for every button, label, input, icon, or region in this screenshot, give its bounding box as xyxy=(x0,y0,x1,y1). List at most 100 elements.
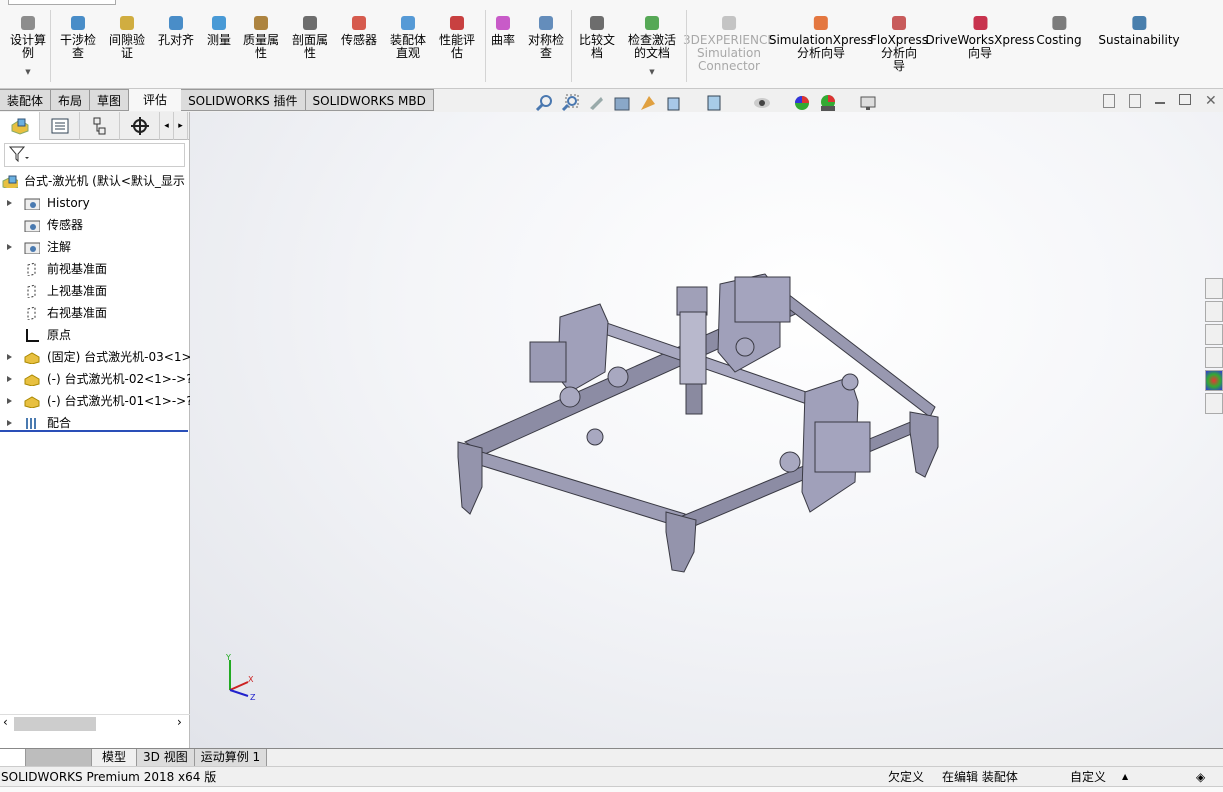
tree-item[interactable]: (-) 台式激光机-01<1>->? xyxy=(0,390,193,412)
tree-item[interactable]: 注解 xyxy=(0,236,189,258)
tab-3d-view[interactable]: 3D 视图 xyxy=(137,749,195,766)
configurationmanager-tab[interactable] xyxy=(80,112,120,140)
laser-engraver-model[interactable] xyxy=(190,112,1223,748)
sensor-icon xyxy=(350,14,368,32)
appearances-icon[interactable] xyxy=(1205,370,1223,391)
clearance-icon xyxy=(118,14,136,32)
horizontal-scrollbar[interactable]: ‹ › xyxy=(0,714,190,732)
tree-root[interactable]: 台式-激光机 (默认<默认_显示 xyxy=(0,170,189,192)
curvature-button[interactable]: 曲率 xyxy=(491,14,515,47)
command-manager-ribbon: 设计算 例 ▼ 干涉检 查间隙验 证孔对齐 测量 质量属 性剖面属 性传感器 装配体 直观… xyxy=(0,0,1223,89)
plane-icon xyxy=(27,306,36,320)
view-orientation-icon[interactable] xyxy=(665,94,683,112)
simulationxpress-button[interactable]: SimulationXpress 分析向导 xyxy=(769,14,873,60)
tab-mbd[interactable]: SOLIDWORKS MBD xyxy=(305,89,434,111)
custom-properties-icon[interactable] xyxy=(1205,393,1223,414)
panel-left-icon[interactable] xyxy=(1103,94,1115,108)
expand-arrow-icon[interactable] xyxy=(7,376,12,382)
view-palette-icon[interactable] xyxy=(1205,347,1223,368)
tab-assembly[interactable]: 装配体 xyxy=(0,89,52,111)
3dexperience-button[interactable]: 3DEXPERIENCE Simulation Connector xyxy=(683,14,775,73)
performance-button[interactable]: 性能评 估 xyxy=(439,14,475,60)
tab-motion-study[interactable]: 运动算例 1 xyxy=(194,749,268,766)
file-explorer-icon[interactable] xyxy=(1205,324,1223,345)
tree-item[interactable]: History xyxy=(0,192,189,214)
expand-arrow-icon[interactable] xyxy=(7,354,12,360)
design-study-button[interactable]: 设计算 例 ▼ xyxy=(10,14,46,79)
section-view-icon[interactable] xyxy=(613,94,631,112)
floxpress-button[interactable]: FloXpress 分析向 导 xyxy=(870,14,928,73)
dropdown-arrow-icon[interactable]: ▼ xyxy=(10,66,46,79)
expand-arrow-icon[interactable] xyxy=(7,244,12,250)
solidworks-resources-icon[interactable] xyxy=(1205,278,1223,299)
hide-show-items-icon[interactable] xyxy=(753,94,771,112)
section-properties-button[interactable]: 剖面属 性 xyxy=(292,14,328,60)
edit-appearance-icon[interactable] xyxy=(793,94,811,112)
tree-item[interactable]: 传感器 xyxy=(0,214,189,236)
close-icon[interactable]: ✕ xyxy=(1205,94,1217,112)
dynamic-annotation-icon[interactable] xyxy=(639,94,657,112)
tree-item[interactable]: 原点 xyxy=(0,324,189,346)
apply-scene-icon[interactable] xyxy=(819,94,837,112)
button-label: 干涉检 查 xyxy=(59,33,97,60)
graphics-area[interactable]: Y X Z xyxy=(190,112,1223,748)
units-dropdown-icon[interactable]: ▲ xyxy=(1122,767,1128,787)
scroll-tabs-left-button[interactable]: ◂ xyxy=(160,112,174,140)
scroll-tabs-right-button[interactable]: ▸ xyxy=(174,112,188,140)
propertymanager-tab[interactable] xyxy=(40,112,80,140)
minimize-icon[interactable] xyxy=(1155,94,1165,104)
scroll-right-icon[interactable]: › xyxy=(177,715,182,729)
mass-properties-button[interactable]: 质量属 性 xyxy=(243,14,279,60)
tab-addins[interactable]: SOLIDWORKS 插件 xyxy=(181,89,306,111)
tab-scroll-buttons[interactable] xyxy=(26,749,92,766)
tooltip-icon[interactable]: ◈ xyxy=(1196,767,1205,787)
assembly-visualization-button[interactable]: 装配体 直观 xyxy=(390,14,426,60)
tree-item[interactable]: 右视基准面 xyxy=(0,302,189,324)
tab-sketch[interactable]: 草图 xyxy=(90,89,130,111)
compare-button[interactable]: 比较文 档 xyxy=(579,14,615,60)
plane-icon xyxy=(27,284,36,298)
symmetry-button[interactable]: 对称检 查 xyxy=(528,14,564,60)
heads-up-toolbar xyxy=(535,94,877,114)
history-folder-icon xyxy=(24,198,40,210)
expand-arrow-icon[interactable] xyxy=(7,398,12,404)
zoom-to-fit-icon[interactable] xyxy=(535,94,553,112)
status-bar: SOLIDWORKS Premium 2018 x64 版 欠定义 在编辑 装配… xyxy=(0,766,1223,786)
costing-button[interactable]: Costing xyxy=(1036,14,1082,47)
button-label: 比较文 档 xyxy=(578,33,616,60)
featuremanager-tab[interactable] xyxy=(0,112,40,140)
panel-right-icon[interactable] xyxy=(1129,94,1141,108)
clearance-button[interactable]: 间隙验 证 xyxy=(109,14,145,60)
expand-arrow-icon[interactable] xyxy=(7,200,12,206)
check-document-button[interactable]: 检查激活 的文档 ▼ xyxy=(628,14,676,79)
dimxpert-tab[interactable] xyxy=(120,112,160,140)
scrollbar-thumb[interactable] xyxy=(14,717,96,731)
hole-align-button[interactable]: 孔对齐 xyxy=(158,14,194,47)
sustainability-button[interactable]: Sustainability xyxy=(1098,14,1180,47)
rollback-bar[interactable] xyxy=(0,430,188,432)
restore-icon[interactable] xyxy=(1179,94,1191,105)
dropdown-arrow-icon[interactable]: ▼ xyxy=(628,66,676,79)
sensor-button[interactable]: 传感器 xyxy=(341,14,377,47)
tree-item[interactable]: 上视基准面 xyxy=(0,280,189,302)
scroll-left-icon[interactable]: ‹ xyxy=(3,715,8,729)
tab-layout[interactable]: 布局 xyxy=(51,89,91,111)
measure-button[interactable]: 测量 xyxy=(207,14,231,47)
expand-arrow-icon[interactable] xyxy=(7,420,12,426)
driveworks-button[interactable]: DriveWorksXpress 向导 xyxy=(925,14,1035,60)
design-library-icon[interactable] xyxy=(1205,301,1223,322)
view-settings-icon[interactable] xyxy=(859,94,877,112)
display-style-icon[interactable] xyxy=(705,94,723,112)
zoom-to-area-icon[interactable] xyxy=(561,94,579,112)
unit-system[interactable]: 自定义 xyxy=(1070,767,1106,787)
tab-model[interactable]: 模型 xyxy=(92,749,138,766)
assembly-visualization-icon xyxy=(399,14,417,32)
origin-icon xyxy=(26,329,39,342)
tree-item[interactable]: (固定) 台式激光机-03<1> xyxy=(0,346,192,368)
tree-filter[interactable] xyxy=(4,143,185,167)
tab-evaluate[interactable]: 评估 xyxy=(129,89,182,111)
previous-view-icon[interactable] xyxy=(587,94,605,112)
tree-item[interactable]: 前视基准面 xyxy=(0,258,189,280)
interference-button[interactable]: 干涉检 查 xyxy=(60,14,96,60)
tree-item[interactable]: (-) 台式激光机-02<1>->? xyxy=(0,368,193,390)
